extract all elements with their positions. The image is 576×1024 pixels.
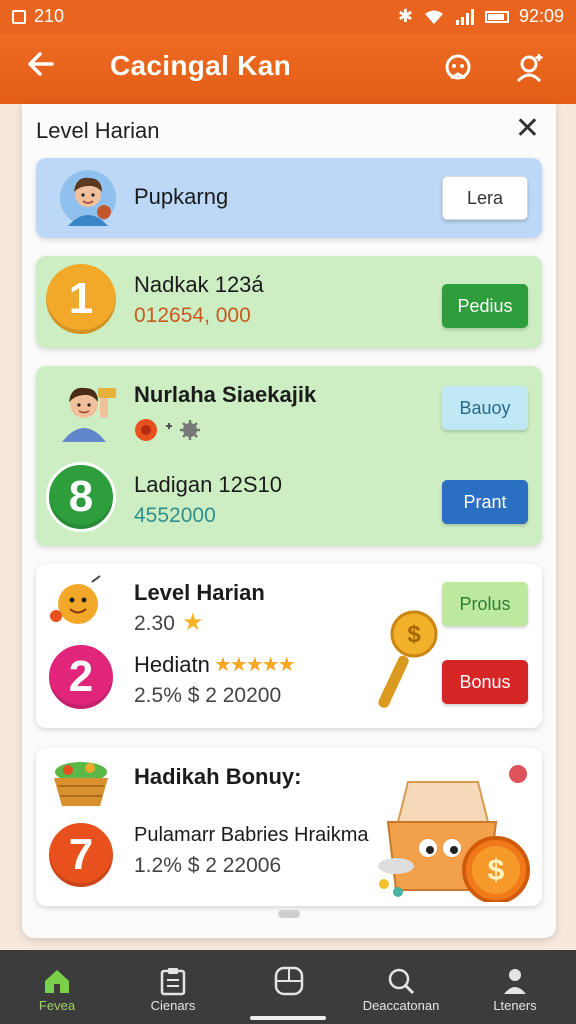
person-add-icon[interactable] [510, 48, 550, 88]
nav-item-cienars[interactable]: Cienars [118, 964, 228, 1013]
person-icon [460, 964, 570, 998]
daily-level-sheet: Level Harian ✕ Pupkarng Lera 1 Nadkak 12… [22, 104, 556, 938]
status-icons [135, 419, 200, 441]
status-bar: 210 ✱ 92:09 [0, 0, 576, 34]
rank-badge: 7 [46, 820, 116, 890]
nav-item-search[interactable]: Deaccatonan [346, 964, 456, 1013]
level-2-card[interactable]: Level Harian 2.30 ★ Prolus 2 Hediatn ★★★… [36, 564, 542, 728]
home-icon [2, 964, 112, 998]
nav-item-add[interactable] [234, 964, 344, 998]
coin-key-icon: $ [378, 610, 438, 708]
pedius-button[interactable]: Pedius [442, 284, 528, 328]
food-basket-icon [54, 762, 108, 806]
card-name: Nadkak 123á [134, 272, 264, 297]
waving-boy-icon [62, 387, 116, 442]
prant-button[interactable]: Prant [442, 480, 528, 524]
card-name: Pupkarng [134, 184, 229, 209]
app-title: Cacingal Kan [110, 50, 291, 81]
card-name: Level Harian [134, 580, 265, 605]
boy-avatar-icon [60, 170, 116, 226]
bonus-button[interactable]: Bonus [442, 660, 528, 704]
scroll-indicator[interactable] [278, 910, 300, 918]
svg-text:$: $ [488, 854, 505, 887]
nav-label: Fevea [38, 998, 76, 1013]
rating-stars: ★★★★★ [214, 654, 296, 676]
clipboard-icon [118, 964, 228, 998]
card-name: Hadikah Bonuy: [134, 764, 302, 789]
prolus-button[interactable]: Prolus [442, 582, 528, 626]
rank-badge: 2 [46, 642, 116, 712]
bluetooth-icon: ✱ [397, 6, 413, 26]
card-sub-value: 4552000 [134, 504, 216, 527]
nav-label: Deaccatonan [362, 998, 440, 1013]
card-sub-name: Pulamarr Babries Hraikma [134, 824, 369, 846]
notification-icon [12, 9, 26, 24]
card-sub-name: Hediatn [134, 652, 210, 677]
bonus-gift-card[interactable]: Hadikah Bonuy: 7 Pulamarr Babries Hraikm… [36, 748, 542, 906]
card-sub-value: 2.5% $ 2 20200 [134, 684, 282, 707]
status-left-text: 210 [34, 6, 65, 26]
wifi-icon [424, 10, 443, 24]
sheet-title: Level Harian [36, 118, 160, 143]
rank-badge: 8 [46, 462, 116, 532]
nav-label: Lteners [493, 998, 537, 1013]
nav-item-home[interactable]: Fevea [2, 964, 112, 1013]
back-arrow-icon[interactable] [26, 48, 56, 88]
nav-item-listeners[interactable]: Lteners [460, 964, 570, 1013]
signal-icon [455, 8, 474, 25]
add-square-icon [234, 964, 344, 998]
lera-button[interactable]: Lera [442, 176, 528, 220]
player-card[interactable]: Pupkarng Lera [36, 158, 542, 238]
bauoy-button[interactable]: Bauoy [442, 386, 528, 430]
close-icon[interactable]: ✕ [515, 114, 540, 144]
level-8-card[interactable]: Nurlaha Siaekajik Bauoy 8 Ladigan 12S10 … [36, 366, 542, 546]
card-value: 012654, 000 [134, 304, 251, 327]
nav-label: Cienars [150, 998, 196, 1013]
search-icon [346, 964, 456, 998]
card-sub-name: Ladigan 12S10 [134, 472, 283, 497]
rank-badge: 1 [46, 264, 116, 334]
level-1-card[interactable]: 1 Nadkak 123á 012654, 000 Pedius [36, 256, 542, 348]
home-indicator[interactable] [250, 1016, 326, 1020]
bot-icon[interactable] [438, 48, 478, 88]
smiley-bird-icon [50, 575, 101, 624]
card-sub-value: 1.2% $ 2 22006 [134, 854, 282, 877]
app-bar: Cacingal Kan [0, 34, 576, 104]
treasure-box-icon: $ [378, 765, 530, 902]
svg-text:$: $ [407, 621, 421, 648]
card-value: 2.30 [134, 612, 175, 635]
status-time: 92:09 [518, 6, 564, 26]
battery-icon [484, 10, 509, 23]
star-icon: ★ [182, 609, 204, 636]
bottom-navigation: Fevea Cienars Deaccatonan Lteners [0, 950, 576, 1024]
card-name: Nurlaha Siaekajik [134, 382, 317, 407]
